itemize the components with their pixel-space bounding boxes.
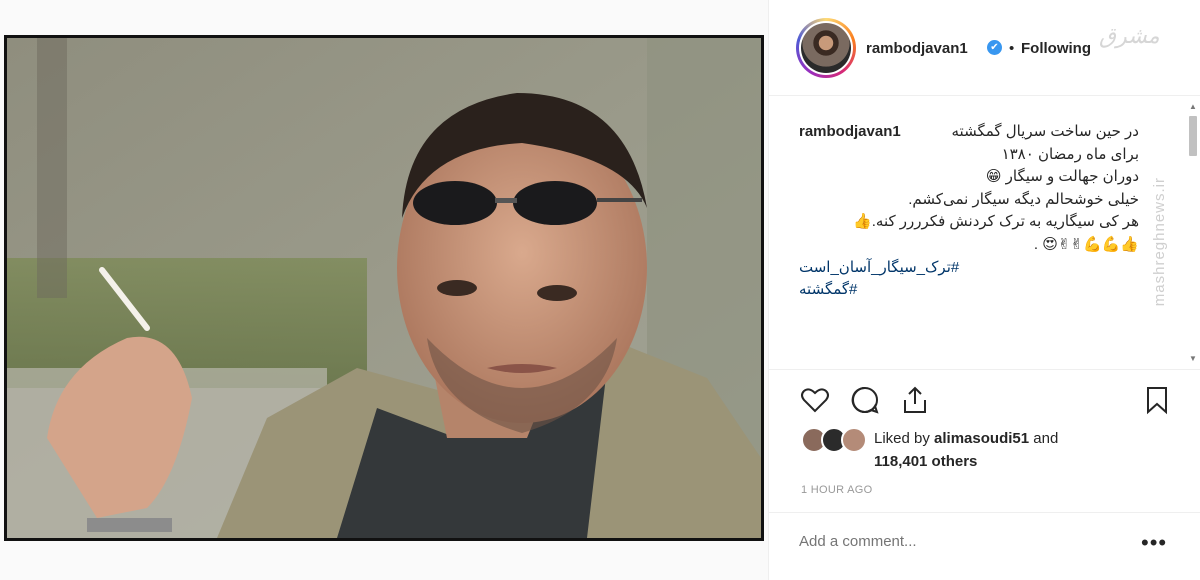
likes-prefix: Liked by [874,430,935,447]
likes-count[interactable]: 118,401 others [874,453,977,470]
comment-input[interactable] [799,533,1129,550]
liker-avatars[interactable] [801,427,867,453]
caption-line: دوران جهالت و سیگار 😁 [985,168,1139,186]
share-button[interactable] [897,382,933,418]
post-photo[interactable] [4,35,764,541]
hashtag-link[interactable]: #گمگشته [799,279,857,302]
likes-summary: Liked by alimasoudi51 and 118,401 others [801,427,1200,473]
scroll-thumb[interactable] [1189,116,1197,156]
scroll-up-arrow-icon[interactable]: ▲ [1187,102,1199,112]
caption-line: برای ماه رمضان ۱۳۸۰ [1001,145,1139,163]
caption-scrollbar[interactable]: ▲ ▼ [1187,102,1199,364]
bookmark-icon [1147,387,1167,415]
photo-area [0,0,768,580]
comment-bar: ••• [769,512,1200,580]
save-button[interactable] [1139,382,1175,418]
caption-line: خیلی خوشحالم دیگه سیگار نمی‌کشم. [908,190,1139,208]
watermark-logo: مشرق [1099,24,1160,49]
comment-button[interactable] [847,382,883,418]
liker-avatar[interactable] [841,427,867,453]
more-options-button[interactable]: ••• [1141,530,1167,556]
post-timestamp[interactable]: 1 HOUR AGO [801,484,872,496]
caption-line: 👍💪💪✌✌😍 . [1033,235,1139,253]
comment-icon [851,386,879,414]
heart-icon [801,388,829,413]
action-bar [769,369,1200,429]
caption-line: هر کی سیگاریه به ترک کردنش فکرررر کنه.👍 [853,213,1139,231]
caption-area[interactable]: rambodjavan1 در حین ساخت سریال گمگشته بر… [769,97,1200,369]
like-button[interactable] [797,382,833,418]
likes-text: Liked by alimasoudi51 and 118,401 others [874,427,1058,473]
hashtag-link[interactable]: #ترک_سیگار_آسان_است [799,257,959,280]
verified-badge-icon: ✔ [987,40,1002,55]
caption-first-line: rambodjavan1 در حین ساخت سریال گمگشته [799,121,1139,144]
share-icon [904,386,926,413]
avatar-image [801,23,851,73]
following-button[interactable]: Following [1021,40,1091,57]
side-watermark: mashreghnews.ir [1151,177,1168,307]
caption-username[interactable]: rambodjavan1 [799,121,901,144]
instagram-post: rambodjavan1 ✔ • Following مشرق rambodja… [0,0,1200,580]
author-username[interactable]: rambodjavan1 [866,40,968,57]
scroll-down-arrow-icon[interactable]: ▼ [1187,354,1199,364]
caption-line: در حین ساخت سریال گمگشته [951,123,1140,140]
header-separator: • [1009,40,1015,57]
author-avatar[interactable] [796,18,856,78]
liker-username[interactable]: alimasoudi51 [934,430,1029,447]
post-sidebar: rambodjavan1 ✔ • Following مشرق rambodja… [768,0,1200,580]
photo-image [7,38,761,538]
caption: rambodjavan1 در حین ساخت سریال گمگشته بر… [799,121,1139,302]
likes-and: and [1029,430,1059,447]
post-header: rambodjavan1 ✔ • Following مشرق [769,0,1200,96]
